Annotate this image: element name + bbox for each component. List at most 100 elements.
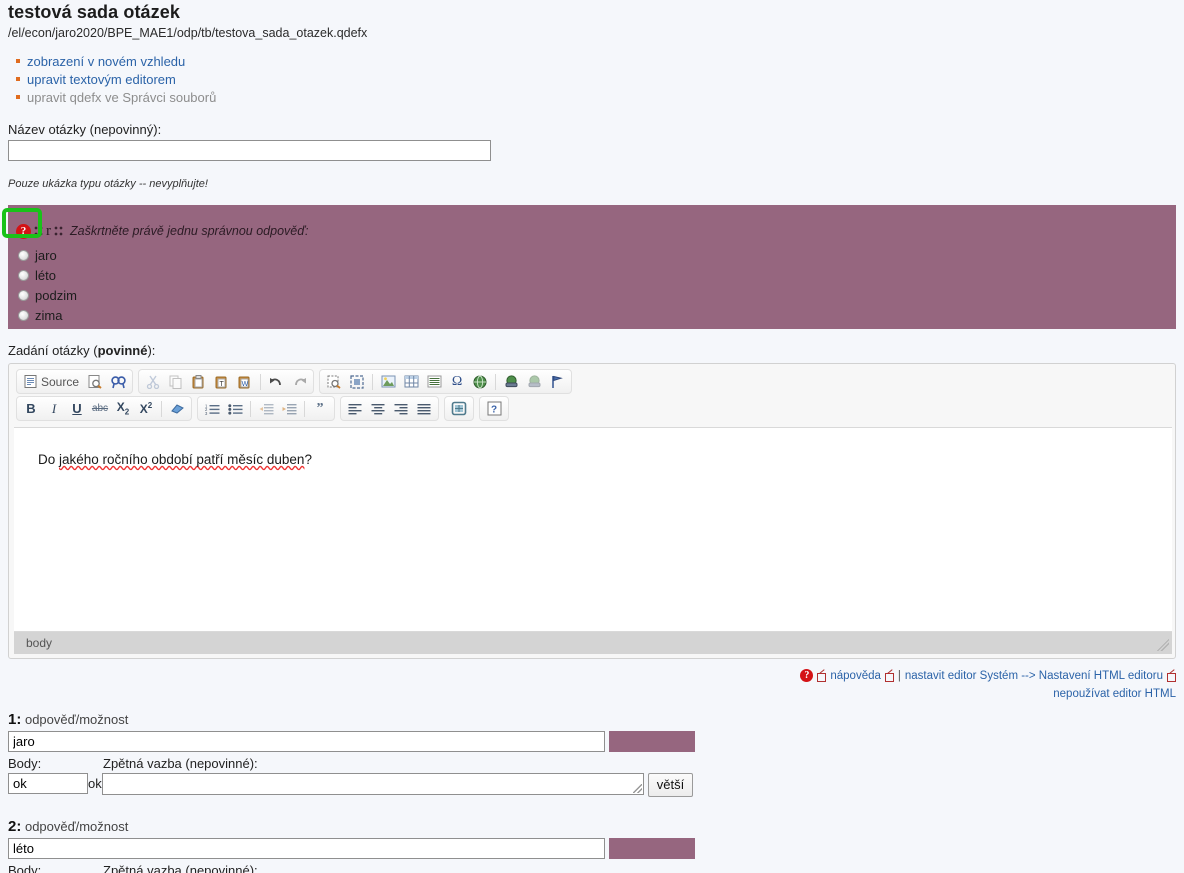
align-right-icon[interactable] <box>390 398 412 419</box>
blockquote-icon[interactable]: ” <box>309 398 331 419</box>
option-row[interactable]: jaro <box>18 245 77 265</box>
points-input-1[interactable] <box>8 773 88 794</box>
unlink-icon[interactable] <box>523 371 545 392</box>
bullet-icon <box>16 59 20 63</box>
iframe-icon[interactable] <box>469 371 491 392</box>
textarea-resize-grip-icon[interactable] <box>632 784 642 793</box>
paste-text-icon[interactable]: T <box>211 371 233 392</box>
question-name-label: Název otázky (nepovinný): <box>8 122 162 137</box>
help-question-icon[interactable]: ? <box>800 669 814 682</box>
toolbar-group-clipboard: T W <box>138 369 315 394</box>
cut-icon[interactable] <box>142 371 164 392</box>
link-upravit-textovym-editorem[interactable]: upravit textovým editorem <box>27 72 176 87</box>
underline-icon[interactable]: U <box>66 398 88 419</box>
answer-sub-inputs-1: ok větší <box>8 773 695 797</box>
align-left-icon[interactable] <box>344 398 366 419</box>
strikethrough-icon[interactable]: abc <box>89 398 111 419</box>
toolbar-group-math <box>444 396 474 421</box>
bullet-icon <box>16 95 20 99</box>
option-label: léto <box>35 267 56 283</box>
feedback-textarea-1[interactable] <box>101 773 644 795</box>
link-nepouzivat-editor-html[interactable]: nepoužívat editor HTML <box>1053 688 1176 700</box>
answer-text-input-2[interactable] <box>8 838 605 859</box>
popup-window-icon[interactable] <box>817 671 827 682</box>
radio-icon[interactable] <box>18 269 29 281</box>
table-icon[interactable] <box>400 371 422 392</box>
align-center-icon[interactable] <box>367 398 389 419</box>
answer-sub-labels-1: Body: Zpětná vazba (nepovinné): <box>8 756 695 771</box>
bigger-button-1[interactable]: větší <box>647 773 694 797</box>
link-zobrazeni-novem-vzhledu[interactable]: zobrazení v novém vzhledu <box>27 54 185 69</box>
link-row: upravit qdefx ve Správci souborů <box>8 90 216 108</box>
align-justify-icon[interactable] <box>413 398 435 419</box>
html-editor: Source T W Ω B I U abc X2 X2 1 2 3 ” ? D… <box>8 363 1176 659</box>
text-spellchecked: jakého ročního období patří měsíc duben <box>59 452 305 467</box>
special-char-icon[interactable]: Ω <box>446 371 468 392</box>
numbered-list-icon[interactable]: 123 <box>201 398 223 419</box>
maximize-icon[interactable] <box>346 371 368 392</box>
source-icon[interactable]: Source <box>20 371 83 392</box>
answer-head-2: 2: odpověď/možnost <box>8 818 695 835</box>
redo-icon[interactable] <box>288 371 310 392</box>
copy-icon[interactable] <box>165 371 187 392</box>
horizontal-rule-icon[interactable] <box>423 371 445 392</box>
image-icon[interactable] <box>377 371 399 392</box>
find-replace-icon[interactable] <box>107 371 129 392</box>
option-label: podzim <box>35 287 77 303</box>
remove-format-icon[interactable] <box>166 398 188 419</box>
radio-icon[interactable] <box>18 309 29 321</box>
editor-help-line: ? nápověda | nastavit editor Systém --> … <box>800 669 1176 682</box>
link-upravit-qdefx-spravci-souboru[interactable]: upravit qdefx ve Správci souborů <box>27 90 216 105</box>
editor-question-text: Do jakého ročního období patří měsíc dub… <box>38 452 312 467</box>
source-label: Source <box>41 374 80 389</box>
resize-grip-icon[interactable] <box>1157 639 1169 651</box>
popup-window-icon[interactable] <box>884 671 894 682</box>
indent-icon[interactable] <box>278 398 300 419</box>
question-name-input[interactable] <box>8 140 491 161</box>
undo-icon[interactable] <box>265 371 287 392</box>
answer-text-input-1[interactable] <box>8 731 605 752</box>
link-row: zobrazení v novém vzhledu <box>8 54 216 72</box>
option-row[interactable]: léto <box>18 265 77 285</box>
link-nastavit-editor[interactable]: nastavit editor Systém --> Nastavení HTM… <box>905 670 1163 682</box>
answer-head-label-1: odpověď/možnost <box>24 712 129 727</box>
element-path-body[interactable]: body <box>26 636 52 650</box>
answer-input-row-2 <box>8 838 695 859</box>
bold-icon[interactable]: B <box>20 398 42 419</box>
radio-icon[interactable] <box>18 249 29 261</box>
help-icon[interactable]: ? <box>483 398 505 419</box>
svg-text:?: ? <box>491 405 497 416</box>
superscript-icon[interactable]: X2 <box>135 398 157 419</box>
feedback-label-2: Zpětná vazba (nepovinné): <box>103 863 258 873</box>
question-mark-icon[interactable]: ? <box>16 223 31 239</box>
option-row[interactable]: podzim <box>18 285 77 305</box>
points-label-2: Body: <box>8 863 42 873</box>
italic-icon[interactable]: I <box>43 398 65 419</box>
drag-dots-icon[interactable] <box>34 224 43 238</box>
drag-dots-icon[interactable] <box>54 224 63 238</box>
option-row[interactable]: zima <box>18 305 77 325</box>
answer-block-2: 2: odpověď/možnost Body: Zpětná vazba (ne… <box>8 818 695 873</box>
anchor-icon[interactable] <box>546 371 568 392</box>
radio-icon[interactable] <box>18 289 29 301</box>
link-icon[interactable] <box>500 371 522 392</box>
link-napoveda[interactable]: nápověda <box>830 670 881 682</box>
toolbar-group-insert: Ω <box>319 369 573 394</box>
editor-element-path: body <box>14 632 1172 654</box>
bulleted-list-icon[interactable] <box>224 398 246 419</box>
show-blocks-icon[interactable] <box>323 371 345 392</box>
preview-icon[interactable] <box>84 371 106 392</box>
math-icon[interactable] <box>448 398 470 419</box>
option-list: jaro léto podzim zima <box>18 245 77 325</box>
file-path: /el/econ/jaro2020/BPE_MAE1/odp/tb/testov… <box>8 26 368 40</box>
toolbar-group-paragraph: 123 ” <box>197 396 335 421</box>
subscript-icon[interactable]: X2 <box>112 398 134 419</box>
answer-color-swatch-2 <box>608 838 695 859</box>
editor-content-area[interactable]: Do jakého ročního období patří měsíc dub… <box>14 427 1172 632</box>
paste-word-icon[interactable]: W <box>234 371 256 392</box>
popup-window-icon[interactable] <box>1167 671 1176 682</box>
outdent-icon[interactable] <box>255 398 277 419</box>
paste-icon[interactable] <box>188 371 210 392</box>
toolbar-group-document: Source <box>16 369 134 394</box>
toolbar-separator <box>161 400 162 417</box>
